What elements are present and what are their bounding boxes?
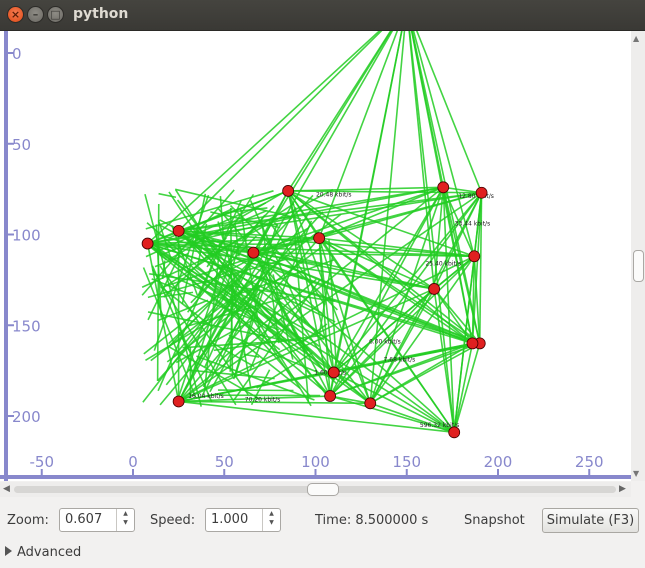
zoom-stepper[interactable]: ▲ ▼ (116, 509, 134, 531)
scroll-right-arrow-icon[interactable]: ▶ (619, 484, 626, 494)
snapshot-button[interactable]: Snapshot (464, 513, 525, 528)
title-bar: × – □ python (0, 0, 645, 31)
speed-spinner[interactable]: ▲▼ (205, 508, 281, 532)
zoom-input[interactable] (65, 512, 115, 527)
network-node (475, 186, 488, 199)
maximize-window-button[interactable]: □ (47, 6, 64, 23)
x-tick-label: 200 (484, 453, 513, 471)
network-node (327, 366, 340, 379)
network-node (172, 224, 185, 237)
network-node (282, 185, 295, 197)
network-node (364, 397, 377, 410)
y-tick-label: 50 (12, 136, 31, 154)
minimize-window-button[interactable]: – (27, 6, 44, 23)
scroll-left-arrow-icon[interactable]: ◀ (3, 484, 10, 494)
zoom-label: Zoom: (7, 513, 49, 528)
edge (158, 192, 177, 199)
edge-label: 16.04 kbit/s (188, 393, 224, 400)
scroll-down-arrow-icon[interactable]: ▼ (633, 469, 639, 478)
edge-layer (141, 5, 483, 434)
network-node (466, 337, 479, 350)
window-title: python (73, 6, 129, 22)
y-tick-label: 150 (12, 317, 41, 335)
network-node (428, 283, 441, 295)
network-node (324, 390, 337, 402)
network-node (247, 246, 260, 259)
edge-label: 7.68 kbit/s (384, 357, 416, 364)
horizontal-scroll-thumb[interactable] (307, 483, 339, 496)
expander-arrow-icon (5, 546, 12, 556)
zoom-spinner[interactable]: ▲▼ (59, 508, 135, 532)
edge (252, 252, 455, 433)
y-tick-label: 0 (12, 45, 22, 63)
network-node (448, 426, 461, 439)
x-tick-label: -50 (30, 453, 55, 471)
x-tick-label: 150 (392, 453, 421, 471)
y-tick-label: 200 (12, 408, 41, 426)
network-node (141, 237, 154, 250)
x-tick-label: 250 (575, 453, 604, 471)
network-node (172, 395, 185, 408)
speed-input[interactable] (211, 512, 261, 527)
x-tick-label: 0 (128, 453, 138, 471)
edge-label: 25.40 kbit/s (425, 260, 461, 267)
edge-label: 20.48 kbit/s (316, 191, 352, 198)
network-node (437, 181, 450, 194)
vertical-scroll-thumb[interactable] (633, 250, 644, 282)
speed-stepper[interactable]: ▲ ▼ (262, 509, 280, 531)
speed-label: Speed: (150, 513, 196, 528)
simulation-time: Time: 8.500000 s (315, 513, 429, 528)
network-canvas[interactable]: 0 50 100 150 200 -50 0 50 100 150 200 250 20.48 kbit… (0, 0, 631, 481)
y-tick-label: 100 (12, 227, 41, 245)
control-bar: Zoom: ▲▼ Speed: ▲▼ Time: 8.500000 s Snap… (0, 506, 645, 536)
edge (453, 343, 481, 433)
edge (318, 191, 482, 239)
edge-label: 6.00 kbit/s (369, 338, 401, 345)
x-tick-label: 50 (215, 453, 234, 471)
advanced-expander[interactable]: Advanced (5, 545, 81, 560)
network-node (468, 250, 481, 263)
horizontal-scrollbar[interactable]: ◀ ▶ (0, 482, 631, 497)
network-node (313, 232, 326, 245)
edge-label: 33.44 kbit/s (455, 220, 491, 227)
network-plot: 0 50 100 150 200 -50 0 50 100 150 200 250 20.48 kbit… (0, 0, 631, 481)
simulate-button[interactable]: Simulate (F3) (542, 508, 639, 533)
vertical-scrollbar[interactable]: ▲ ▼ (631, 31, 645, 481)
scroll-up-arrow-icon[interactable]: ▲ (633, 34, 639, 43)
advanced-label: Advanced (17, 545, 82, 560)
close-window-button[interactable]: × (7, 6, 24, 23)
edge-label: 70.20 kbit/s (245, 396, 281, 403)
x-tick-label: 100 (301, 453, 330, 471)
